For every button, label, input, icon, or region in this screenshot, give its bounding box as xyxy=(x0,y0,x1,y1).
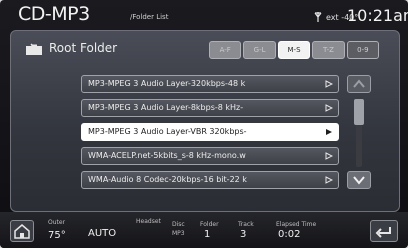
bottom-status-bar: Outer 75° AUTO Headset Disc MP3 Folder 1… xyxy=(0,212,408,248)
track-item[interactable]: WMA-ACELP.net-5kbits_s-8 kHz-mono.w xyxy=(81,147,339,165)
folder-list-panel: Root Folder A-F G-L M-S T-Z 0-9 MP3-MPEG… xyxy=(10,30,400,212)
source-title: CD-MP3 xyxy=(18,3,90,25)
elapsed-time-label: Elapsed Time xyxy=(276,221,317,228)
folder-value: 1 xyxy=(204,229,211,240)
track-item[interactable]: MP3-MPEG 3 Audio Layer-8kbps-8 kHz- xyxy=(81,99,339,117)
track-value: 3 xyxy=(240,229,247,240)
track-label: WMA-ACELP.net-5kbits_s-8 kHz-mono.w xyxy=(88,151,246,160)
folder-icon xyxy=(26,43,42,55)
play-arrow-icon xyxy=(325,176,333,184)
index-button-m-s[interactable]: M-S xyxy=(277,41,311,59)
play-arrow-icon xyxy=(325,152,333,160)
track-item-selected[interactable]: MP3-MPEG 3 Audio Layer-VBR 320kbps- xyxy=(81,123,339,141)
track-item[interactable]: MP3-MPEG 3 Audio Layer-320kbps-48 k xyxy=(81,75,339,93)
alpha-index-selector: A-F G-L M-S T-Z 0-9 xyxy=(209,41,380,59)
play-arrow-icon xyxy=(326,129,332,135)
return-arrow-icon xyxy=(375,227,391,238)
back-button[interactable] xyxy=(370,220,398,242)
mp3-label: MP3 xyxy=(172,230,185,237)
track-list: MP3-MPEG 3 Audio Layer-320kbps-48 k MP3-… xyxy=(81,75,339,195)
track-item[interactable]: WMA-Audio 8 Codec-20kbps-16 bit-22 k xyxy=(81,171,339,189)
index-button-0-9[interactable]: 0-9 xyxy=(346,41,380,59)
play-arrow-icon xyxy=(325,80,333,88)
scroll-up-button[interactable] xyxy=(347,75,371,93)
track-label: MP3-MPEG 3 Audio Layer-8kbps-8 kHz- xyxy=(88,103,244,112)
source-subtitle: /Folder List xyxy=(130,13,169,21)
chevron-up-icon xyxy=(353,79,365,88)
scroll-thumb[interactable] xyxy=(354,99,364,125)
index-button-a-f[interactable]: A-F xyxy=(209,41,242,59)
current-folder-label: Root Folder xyxy=(49,41,118,55)
headset-label: Headset xyxy=(136,218,161,225)
track-label: WMA-Audio 8 Codec-20kbps-16 bit-22 k xyxy=(88,175,247,184)
track-label: MP3-MPEG 3 Audio Layer-320kbps-48 k xyxy=(88,79,246,88)
outer-temp-value: 75° xyxy=(48,230,66,241)
scroll-down-button[interactable] xyxy=(347,171,371,189)
track-label: Track xyxy=(238,221,254,228)
track-label: MP3-MPEG 3 Audio Layer-VBR 320kbps- xyxy=(88,127,247,136)
elapsed-time-value: 0:02 xyxy=(278,229,301,240)
clock: 10:21am xyxy=(347,6,408,25)
home-icon xyxy=(14,224,30,239)
folder-label: Folder xyxy=(200,221,219,228)
index-button-g-l[interactable]: G-L xyxy=(243,41,276,59)
screen: CD-MP3 /Folder List ext -40° 10:21am Roo… xyxy=(0,0,408,248)
climate-mode[interactable]: AUTO xyxy=(88,228,116,239)
play-arrow-icon xyxy=(325,104,333,112)
list-scrollbar[interactable] xyxy=(347,75,373,189)
header-bar: CD-MP3 /Folder List ext -40° 10:21am xyxy=(0,0,408,30)
outer-temp-label: Outer xyxy=(48,219,66,226)
disc-label: Disc xyxy=(172,221,185,228)
signal-icon xyxy=(314,12,322,22)
chevron-down-icon xyxy=(353,176,365,185)
index-button-t-z[interactable]: T-Z xyxy=(312,41,345,59)
home-button[interactable] xyxy=(10,220,34,242)
